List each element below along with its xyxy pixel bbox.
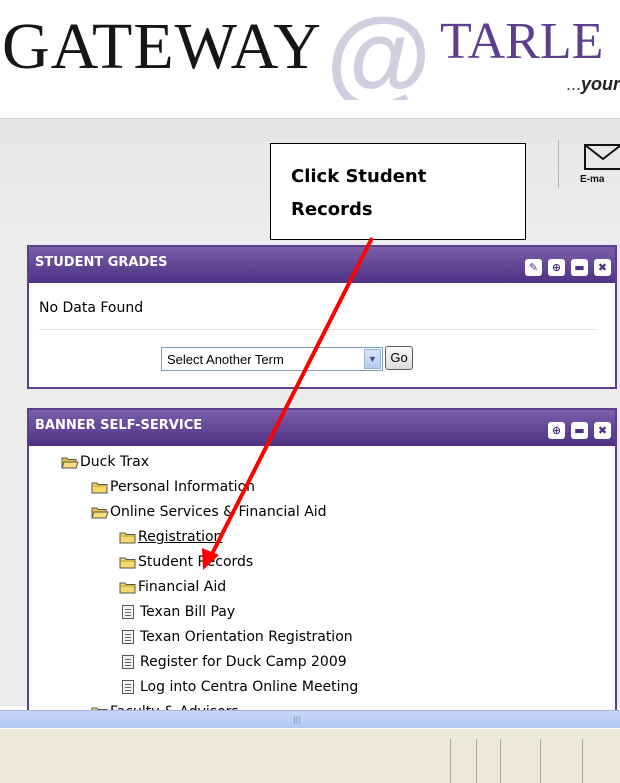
tree-item-label[interactable]: Texan Orientation Registration [140, 629, 353, 645]
tagline-text: your [581, 74, 620, 94]
document-icon [122, 605, 134, 619]
banner-header: BANNER SELF-SERVICE ⊕ ▬ ✖ [29, 410, 615, 446]
banner-title: BANNER SELF-SERVICE [35, 418, 203, 433]
tree-item-label[interactable]: Duck Trax [80, 454, 149, 470]
folder-icon [119, 556, 137, 569]
status-cell [540, 739, 541, 783]
instruction-callout: Click Student Records [270, 143, 526, 240]
document-icon [122, 630, 134, 644]
logo-gateway: GATEWAY [2, 10, 322, 83]
tree-item[interactable]: Duck Trax [61, 454, 149, 470]
folder-icon [91, 481, 109, 494]
status-cell [450, 739, 451, 783]
document-icon [122, 680, 134, 694]
status-cell [582, 739, 583, 783]
folder-icon [119, 581, 137, 594]
tree-item-label[interactable]: Student Records [138, 554, 253, 570]
tree-item[interactable]: Texan Bill Pay [119, 604, 235, 620]
target-icon[interactable]: ⊕ [548, 259, 565, 276]
email-label[interactable]: E-ma [580, 174, 604, 185]
student-grades-controls: ✎ ⊕ ▬ ✖ [525, 259, 611, 276]
logo-brand: TARLE [440, 13, 604, 70]
tree-item[interactable]: Registration [119, 529, 222, 545]
tagline-ellipsis: ... [566, 74, 582, 94]
student-grades-header: STUDENT GRADES ✎ ⊕ ▬ ✖ [29, 247, 615, 283]
minimize-icon[interactable]: ▬ [571, 259, 588, 276]
student-grades-title: STUDENT GRADES [35, 255, 168, 270]
banner-self-service-portlet: BANNER SELF-SERVICE ⊕ ▬ ✖ Duck Trax Perso… [27, 408, 617, 720]
logo-at-symbol: @ [326, 0, 432, 101]
close-icon[interactable]: ✖ [594, 422, 611, 439]
close-icon[interactable]: ✖ [594, 259, 611, 276]
tree-item-label[interactable]: Texan Bill Pay [140, 604, 235, 620]
document-icon [122, 655, 134, 669]
site-header: GATEWAY @ TARLE ...your [0, 0, 620, 100]
banner-controls: ⊕ ▬ ✖ [548, 422, 611, 439]
folder-open-icon [61, 456, 79, 469]
scrollbar-grip-icon[interactable]: ||| [292, 715, 302, 725]
minimize-icon[interactable]: ▬ [571, 422, 588, 439]
tree-item[interactable]: Online Services & Financial Aid [91, 504, 327, 520]
tree-item[interactable]: Student Records [119, 554, 253, 570]
status-cell [500, 739, 501, 783]
tree-item[interactable]: Log into Centra Online Meeting [119, 679, 358, 695]
student-grades-portlet: STUDENT GRADES ✎ ⊕ ▬ ✖ No Data Found Sel… [27, 245, 617, 389]
tree-item-label[interactable]: Register for Duck Camp 2009 [140, 654, 347, 670]
tree-item-label[interactable]: Online Services & Financial Aid [110, 504, 327, 520]
callout-line-2: Records [291, 199, 373, 221]
chevron-down-icon[interactable]: ▼ [364, 349, 381, 369]
callout-text: Click Student Records [291, 160, 511, 227]
term-select-value: Select Another Term [167, 352, 284, 367]
tree-item[interactable]: Personal Information [91, 479, 255, 495]
tree-item-label[interactable]: Financial Aid [138, 579, 226, 595]
folder-icon [119, 531, 137, 544]
tree-item-label[interactable]: Log into Centra Online Meeting [140, 679, 358, 695]
tree-item[interactable]: Register for Duck Camp 2009 [119, 654, 347, 670]
tree-item-label[interactable]: Personal Information [110, 479, 255, 495]
logo-tagline: ...your [566, 74, 620, 95]
target-icon[interactable]: ⊕ [548, 422, 565, 439]
envelope-icon[interactable] [583, 141, 620, 171]
go-button[interactable]: Go [385, 346, 413, 370]
status-cell [476, 739, 477, 783]
edit-icon[interactable]: ✎ [525, 259, 542, 276]
no-data-message: No Data Found [39, 300, 144, 316]
divider [39, 329, 595, 330]
term-select[interactable]: Select Another Term ▼ [161, 347, 383, 371]
tree-item[interactable]: Financial Aid [119, 579, 226, 595]
tree-item[interactable]: Texan Orientation Registration [119, 629, 353, 645]
horizontal-scrollbar[interactable]: ||| [0, 710, 620, 728]
status-bar [0, 728, 620, 783]
folder-open-icon [91, 506, 109, 519]
tree-item-label[interactable]: Registration [138, 529, 222, 545]
callout-line-1: Click Student [291, 166, 427, 187]
toolbar-divider [558, 140, 559, 188]
